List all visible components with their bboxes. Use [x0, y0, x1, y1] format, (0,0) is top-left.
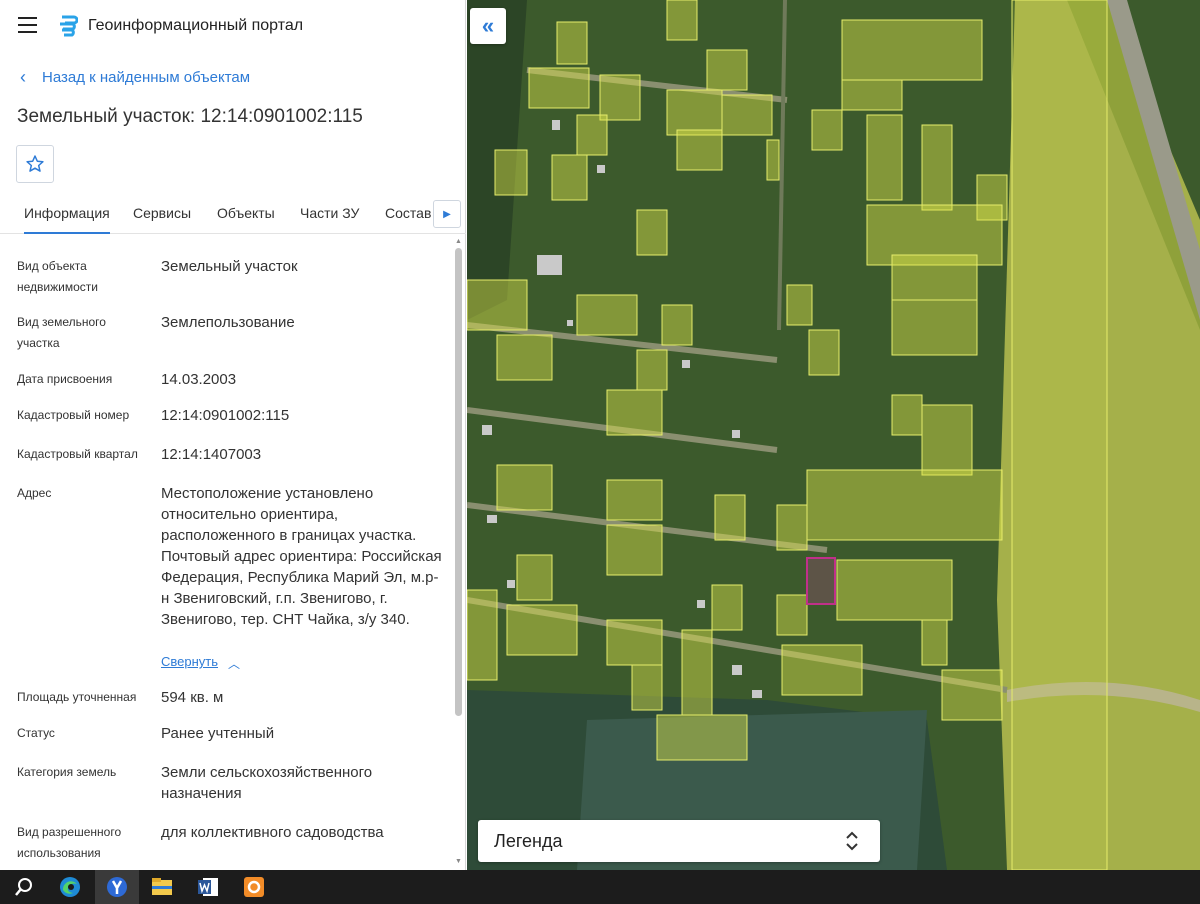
tabs-scroll-right-button[interactable]: ▶ [433, 200, 461, 228]
scroll-down-arrow-icon[interactable]: ▼ [454, 858, 463, 866]
info-label: Адрес [17, 486, 52, 500]
info-label: Вид земельного участка [17, 315, 106, 350]
favorite-button[interactable] [16, 145, 54, 183]
taskbar-word-button[interactable] [186, 870, 230, 904]
address-value: Местоположение установлено относительно … [161, 485, 442, 628]
legend-label: Легенда [494, 831, 563, 851]
info-value: Земельный участок [161, 258, 298, 275]
side-panel: Геоинформационный портал ‹ Назад к найде… [0, 0, 466, 870]
taskbar-yandex-button[interactable] [95, 870, 139, 904]
file-explorer-icon [152, 878, 172, 895]
tab-bar: Информация Сервисы Объекты Части ЗУ Сост… [0, 196, 466, 234]
tab-information[interactable]: Информация [24, 205, 110, 234]
collapse-address-link[interactable]: Свернуть [161, 654, 218, 669]
double-chevron-left-icon: « [481, 13, 495, 38]
info-value: 12:14:0901002:115 [161, 407, 290, 424]
tab-objects[interactable]: Объекты [217, 205, 275, 221]
info-value: 12:14:1407003 [161, 446, 262, 463]
info-label: Кадастровый квартал [17, 447, 138, 461]
info-label: Статус [17, 726, 55, 740]
top-bar: Геоинформационный портал [0, 0, 466, 52]
chevron-up-icon[interactable]: ︿ [228, 655, 240, 672]
info-label: Площадь уточненная [17, 690, 137, 704]
caret-right-icon: ▶ [443, 208, 451, 220]
info-list: Вид объекта недвижимости Земельный участ… [0, 236, 452, 870]
info-value: Землепользование [161, 314, 295, 331]
orange-app-icon [244, 877, 264, 897]
tab-parcel-parts[interactable]: Части ЗУ [300, 205, 359, 221]
taskbar-edge-button[interactable] [48, 870, 92, 904]
taskbar-orange-app-button[interactable] [232, 870, 276, 904]
portal-title: Геоинформационный портал [88, 17, 304, 34]
collapse-panel-button[interactable]: « [470, 8, 506, 44]
info-value: Земли сельскохозяйственного назначения [161, 764, 373, 802]
info-value: 594 кв. м [161, 689, 224, 706]
taskbar-search-button[interactable] [2, 870, 46, 904]
scroll-up-arrow-icon[interactable]: ▲ [454, 238, 463, 246]
scrollbar-thumb[interactable] [455, 248, 462, 716]
edge-browser-icon [60, 877, 80, 897]
taskbar-explorer-button[interactable] [140, 870, 184, 904]
map-view[interactable] [467, 0, 1200, 870]
portal-logo-icon [60, 15, 78, 37]
menu-icon[interactable] [18, 17, 37, 33]
search-icon [15, 878, 32, 896]
info-value: Ранее учтенный [161, 725, 275, 742]
windows-taskbar [0, 870, 1200, 904]
back-to-results-link[interactable]: ‹ Назад к найденным объектам [20, 67, 251, 87]
info-value: 14.03.2003 [161, 371, 237, 388]
word-icon [198, 878, 218, 896]
expand-collapse-icon [846, 831, 858, 851]
star-icon [26, 155, 44, 172]
info-label: Категория земель [17, 765, 117, 779]
tab-composition[interactable]: Состав [385, 205, 431, 221]
back-link-label: Назад к найденным объектам [42, 69, 251, 86]
legend-panel[interactable]: Легенда [478, 820, 880, 862]
info-value: для коллективного садоводства [161, 824, 384, 841]
info-label: Вид разрешенного использования [17, 825, 122, 860]
selected-parcel[interactable] [806, 557, 836, 605]
info-label: Вид объекта недвижимости [17, 259, 98, 294]
yandex-browser-icon [107, 877, 127, 897]
info-label: Дата присвоения [17, 372, 113, 386]
tab-services[interactable]: Сервисы [133, 205, 191, 221]
info-label: Кадастровый номер [17, 408, 130, 422]
chevron-left-icon: ‹ [20, 67, 26, 87]
object-title: Земельный участок: 12:14:0901002:115 [17, 106, 363, 127]
info-scrollbar[interactable]: ▲ ▼ [454, 236, 463, 870]
satellite-map[interactable] [467, 0, 1200, 870]
